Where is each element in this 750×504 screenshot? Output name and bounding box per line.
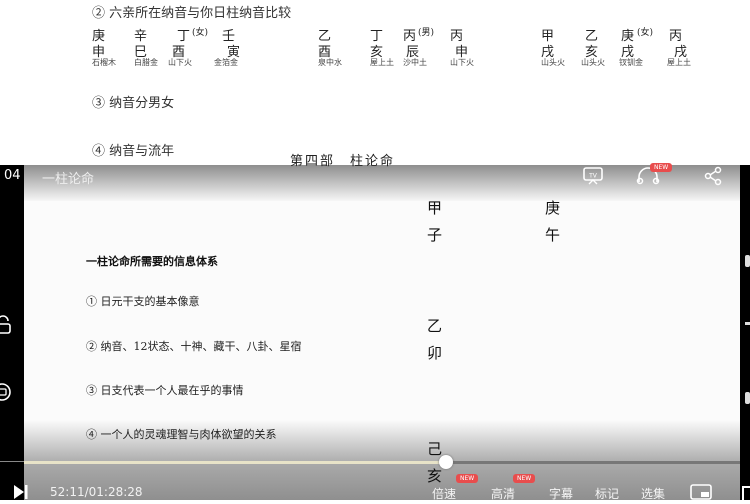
side-handle xyxy=(745,392,750,404)
video-frame[interactable] xyxy=(24,165,740,500)
video-player[interactable] xyxy=(0,165,750,500)
bookmark-button[interactable]: 标记 xyxy=(595,485,619,502)
svg-text:TV: TV xyxy=(588,173,598,180)
nayin: 泉中水 xyxy=(318,58,342,67)
progress-left-line xyxy=(0,461,24,462)
nayin: 金箔金 xyxy=(214,58,238,67)
nayin: 山头火 xyxy=(541,58,565,67)
nayin: 屋上土 xyxy=(667,58,691,67)
fullscreen-icon[interactable] xyxy=(742,486,750,500)
new-badge: NEW xyxy=(513,474,536,483)
pillar-stem: 庚 xyxy=(545,199,561,217)
progress-played xyxy=(24,461,447,464)
doc-section-4: ④ 纳音与流年 xyxy=(92,144,175,159)
slide-title-partial: 第四部 柱论命 xyxy=(290,154,396,169)
lock-icon[interactable] xyxy=(0,315,12,339)
nayin: 山下火 xyxy=(168,58,192,67)
side-handle xyxy=(745,322,750,325)
new-badge: NEW xyxy=(650,163,673,172)
nayin: 山头火 xyxy=(581,58,605,67)
nayin: 白腊金 xyxy=(134,58,158,67)
side-handle xyxy=(745,255,750,267)
screenshot-icon[interactable] xyxy=(0,382,12,406)
nayin: 山下火 xyxy=(450,58,474,67)
time-display: 52:11/01:28:28 xyxy=(50,485,143,499)
nayin: 沙中土 xyxy=(403,58,427,67)
new-badge: NEW xyxy=(456,474,479,483)
slide-item-2: ② 纳音、12状态、十神、藏干、八卦、星宿 xyxy=(86,340,302,353)
gender-label: (女) xyxy=(192,28,209,38)
episode-number: 04 xyxy=(4,168,21,183)
picture-in-picture-icon[interactable] xyxy=(690,484,712,504)
nayin: 屋上土 xyxy=(370,58,394,67)
slide-item-1: ① 日元干支的基本像意 xyxy=(86,295,200,308)
slide-item-4: ④ 一个人的灵魂理智与肉体欲望的关系 xyxy=(86,428,277,441)
doc-heading: ② 六亲所在纳音与你日柱纳音比较 xyxy=(92,6,292,21)
pillar-stem: 甲 xyxy=(427,199,443,217)
slide-pillar-year: 甲 子 xyxy=(427,195,442,249)
slide-pillar-month: 庚 午 xyxy=(545,195,560,249)
gender-label: (女) xyxy=(637,28,654,38)
pillar-stem: 乙 xyxy=(427,317,443,335)
document-page: ② 六亲所在纳音与你日柱纳音比较 庚 辛 丁 (女) 壬 申 巳 酉 寅 石榴木… xyxy=(0,0,750,165)
pillar-branch: 卯 xyxy=(427,344,443,362)
nayin: 石榴木 xyxy=(92,58,116,67)
gender-label: (男) xyxy=(418,28,435,38)
subtitle-button[interactable]: 字幕 xyxy=(549,485,573,502)
slide-pillar-day: 乙 卯 xyxy=(427,313,442,367)
progress-bar[interactable] xyxy=(24,455,740,469)
slide-item-3: ③ 日支代表一个人最在乎的事情 xyxy=(86,384,244,397)
pillar-branch: 子 xyxy=(427,226,443,244)
quality-button[interactable]: 高清 xyxy=(491,485,515,502)
player-top-bar xyxy=(24,165,740,201)
play-next-icon[interactable] xyxy=(12,484,30,504)
doc-section-3: ③ 纳音分男女 xyxy=(92,96,175,111)
share-icon[interactable] xyxy=(703,166,723,190)
tv-cast-icon[interactable]: TV xyxy=(582,166,604,190)
pillar-branch: 午 xyxy=(545,226,561,244)
episode-title: 一柱论命 xyxy=(42,172,95,187)
nayin: 钗钏金 xyxy=(619,58,643,67)
speed-button[interactable]: 倍速 xyxy=(432,485,456,502)
episodes-button[interactable]: 选集 xyxy=(641,485,665,502)
slide-heading: 一柱论命所需要的信息体系 xyxy=(86,255,218,268)
